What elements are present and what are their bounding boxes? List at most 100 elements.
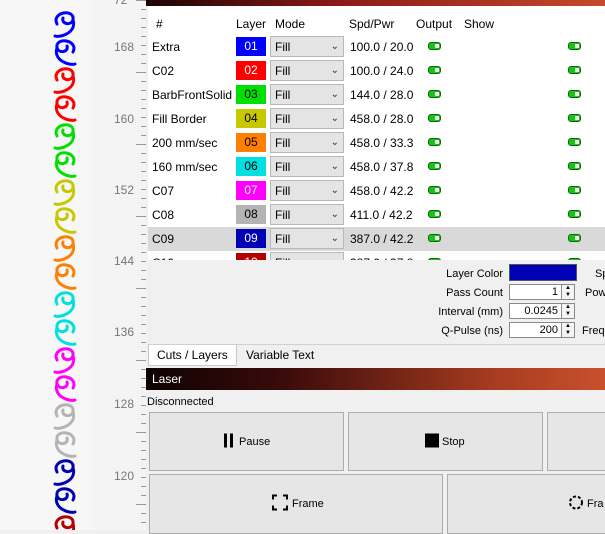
swirl-shape [54,375,77,402]
output-toggle-icon[interactable] [428,114,441,122]
frame-icon [272,494,288,514]
stop-button[interactable]: Stop [348,412,543,471]
layer-swatch[interactable]: 05 [236,133,266,152]
artwork-scroll-design[interactable] [40,0,100,530]
show-toggle-icon[interactable] [568,138,581,146]
show-toggle-icon[interactable] [568,90,581,98]
mode-select[interactable]: Fill ⌄ [270,156,344,177]
layer-swatch[interactable]: 04 [236,109,266,128]
output-toggle-icon[interactable] [428,234,441,242]
output-toggle-icon[interactable] [428,42,441,50]
mode-select[interactable]: Fill ⌄ [270,180,344,201]
mode-select[interactable]: Fill ⌄ [270,108,344,129]
mode-select[interactable]: Fill ⌄ [270,60,344,81]
rubber-band-frame-button[interactable]: Fra [447,474,605,534]
frame2-label: Fra [587,498,604,510]
vertical-ruler: 72 168 160 152 144 136 128 120 [92,0,147,530]
output-toggle-icon[interactable] [428,90,441,98]
layer-swatch[interactable]: 06 [236,157,266,176]
speed-power-value: 458.0 / 28.0 [350,112,414,126]
layer-swatch[interactable]: 07 [236,181,266,200]
ruler-tick [136,288,146,289]
swirl-shape [53,123,76,150]
swirl-shape [54,263,77,290]
layer-swatch[interactable]: 01 [236,37,266,56]
swirl-shape [54,487,77,514]
cut-name: C08 [152,208,175,222]
panel-tabs: Cuts / Layers Variable Text [148,344,605,369]
cut-name: C02 [152,64,175,78]
mode-select[interactable]: Fill ⌄ [270,84,344,105]
power-label-partial: Pow [585,287,605,299]
table-row[interactable]: 200 mm/sec 05 Fill ⌄ 458.0 / 33.3 [148,131,605,155]
header-spd-pwr: Spd/Pwr [349,17,395,31]
pass-count-input[interactable]: 1 [509,284,562,300]
tab-cuts-layers[interactable]: Cuts / Layers [148,345,237,366]
pass-count-spinner[interactable]: ▲ ▼ [561,284,575,300]
pause-label: Pause [239,435,271,448]
show-toggle-icon[interactable] [568,42,581,50]
connection-status: Disconnected [147,396,214,408]
table-row[interactable]: C07 07 Fill ⌄ 458.0 / 42.2 [148,179,605,203]
layer-swatch[interactable]: 02 [236,61,266,80]
ruler-tick [136,504,146,505]
output-toggle-icon[interactable] [428,210,441,218]
layer-swatch[interactable]: 09 [236,229,266,248]
laser-panel-title: Laser [146,368,605,390]
interval-spinner[interactable]: ▲ ▼ [561,303,575,319]
go-button-partial[interactable] [547,412,605,471]
show-toggle-icon[interactable] [568,210,581,218]
cuts-layers-panel: # Layer Mode Spd/Pwr Output Show Extra 01… [146,0,605,368]
stop-icon [425,433,439,450]
q-pulse-input[interactable]: 200 [509,322,562,338]
ruler-tick [136,360,146,361]
cut-name: Fill Border [152,112,207,126]
pause-button[interactable]: Pause [149,412,344,471]
frame-label: Frame [292,498,324,510]
ruler-label: 152 [114,183,135,197]
show-toggle-icon[interactable] [568,114,581,122]
frame-button[interactable]: Frame [149,474,443,534]
speed-power-value: 387.0 / 42.2 [350,232,414,246]
mode-value: Fill [275,160,291,174]
layer-swatch[interactable]: 08 [236,205,266,224]
table-row[interactable]: BarbFrontSolid 03 Fill ⌄ 144.0 / 28.0 [148,83,605,107]
cuts-table[interactable]: # Layer Mode Spd/Pwr Output Show Extra 01… [148,6,605,261]
swirl-shape [54,431,77,458]
show-toggle-icon[interactable] [568,234,581,242]
table-row[interactable]: 160 mm/sec 06 Fill ⌄ 458.0 / 37.8 [148,155,605,179]
mode-value: Fill [275,64,291,78]
table-row[interactable]: C02 02 Fill ⌄ 100.0 / 24.0 [148,59,605,83]
chevron-down-icon: ⌄ [330,89,339,100]
output-toggle-icon[interactable] [428,66,441,74]
layer-swatch[interactable]: 03 [236,85,266,104]
interval-input[interactable]: 0.0245 [509,303,562,319]
mode-value: Fill [275,88,291,102]
tab-variable-text[interactable]: Variable Text [238,345,322,365]
table-row[interactable]: Extra 01 Fill ⌄ 100.0 / 20.0 [148,35,605,59]
table-row[interactable]: C08 08 Fill ⌄ 411.0 / 42.2 [148,203,605,227]
show-toggle-icon[interactable] [568,186,581,194]
output-toggle-icon[interactable] [428,138,441,146]
show-toggle-icon[interactable] [568,162,581,170]
ruler-tick [136,0,146,1]
mode-select[interactable]: Fill ⌄ [270,204,344,225]
mode-select[interactable]: Fill ⌄ [270,228,344,249]
mode-select[interactable]: Fill ⌄ [270,36,344,57]
output-toggle-icon[interactable] [428,162,441,170]
speed-power-value: 144.0 / 28.0 [350,88,414,102]
mode-select[interactable]: Fill ⌄ [270,132,344,153]
layer-color-swatch[interactable] [509,264,577,281]
cut-name: 160 mm/sec [152,160,218,174]
table-row[interactable]: Fill Border 04 Fill ⌄ 458.0 / 28.0 [148,107,605,131]
swirl-shape [54,95,77,122]
output-toggle-icon[interactable] [428,186,441,194]
swirl-shape [53,179,76,206]
show-toggle-icon[interactable] [568,66,581,74]
table-row[interactable]: C09 09 Fill ⌄ 387.0 / 42.2 [148,227,605,251]
ruler-label: 128 [114,397,135,411]
q-pulse-spinner[interactable]: ▲ ▼ [561,322,575,338]
header-mode: Mode [275,17,306,31]
mode-value: Fill [275,184,291,198]
chevron-down-icon: ⌄ [330,41,339,52]
